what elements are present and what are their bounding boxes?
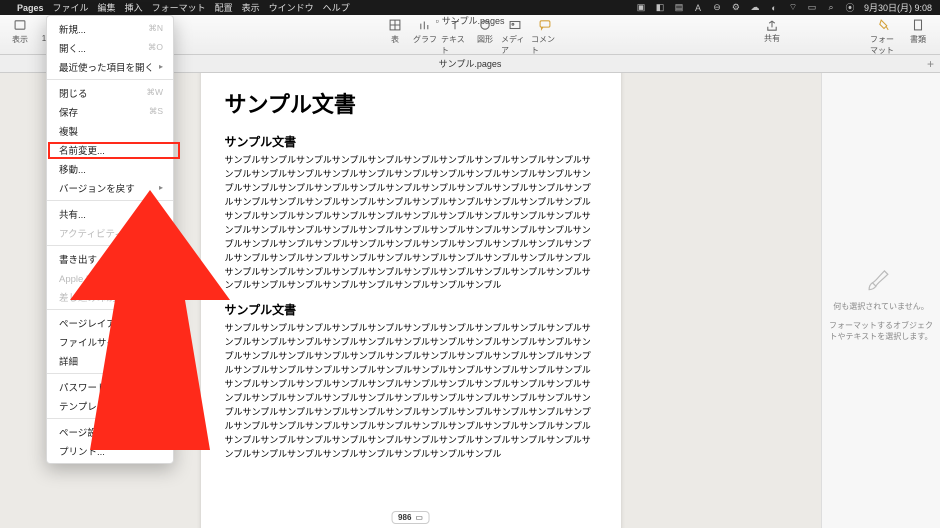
- document-panel-button[interactable]: 書類: [904, 18, 932, 45]
- tab[interactable]: サンプル.pages: [439, 57, 502, 70]
- doc-paragraph[interactable]: サンプルサンプルサンプルサンプルサンプルサンプルサンプルサンプルサンプルサンプル…: [225, 322, 597, 461]
- menu-file[interactable]: ファイル: [53, 1, 89, 14]
- insert-comment-button[interactable]: コメント: [531, 18, 559, 56]
- menu-format[interactable]: フォーマット: [152, 1, 206, 14]
- clock[interactable]: 9月30日(月) 9:08: [864, 1, 932, 14]
- inspector-empty-title: 何も選択されていません。: [833, 301, 929, 312]
- menu-arrange[interactable]: 配置: [215, 1, 233, 14]
- insert-media-button[interactable]: メディア: [501, 18, 529, 56]
- menu-edit[interactable]: 編集: [98, 1, 116, 14]
- doc-heading-2[interactable]: サンプル文書: [225, 301, 597, 318]
- view-button[interactable]: 表示: [6, 18, 34, 45]
- new-tab-button[interactable]: +: [927, 57, 934, 71]
- format-inspector: 何も選択されていません。 フォーマットするオブジェクトやテキストを選択します。: [821, 73, 940, 528]
- annotation-highlight: [48, 142, 180, 159]
- app-name[interactable]: Pages: [17, 3, 44, 13]
- menu-item-open[interactable]: 開く...⌘O: [47, 38, 173, 57]
- battery-icon[interactable]: ▭: [807, 3, 817, 13]
- menu-window[interactable]: ウインドウ: [269, 1, 314, 14]
- document-page[interactable]: サンプル文書 サンプル文書 サンプルサンプルサンプルサンプルサンプルサンプルサン…: [201, 73, 621, 528]
- menu-item-close[interactable]: 閉じる⌘W: [47, 83, 173, 102]
- menu-item-recent[interactable]: 最近使った項目を開く▸: [47, 57, 173, 76]
- doc-paragraph[interactable]: サンプルサンプルサンプルサンプルサンプルサンプルサンプルサンプルサンプルサンプル…: [225, 154, 597, 293]
- annotation-arrow: [60, 190, 240, 460]
- menu-item-duplicate[interactable]: 複製: [47, 121, 173, 140]
- share-icon[interactable]: [765, 19, 779, 33]
- wifi-icon[interactable]: ⌔: [788, 3, 798, 13]
- status-icon[interactable]: ◐: [769, 3, 779, 13]
- menu-view[interactable]: 表示: [242, 1, 260, 14]
- insert-table-button[interactable]: 表: [381, 18, 409, 45]
- status-icon[interactable]: ⊖: [712, 3, 722, 13]
- status-icon[interactable]: A: [693, 3, 703, 13]
- page-count-indicator[interactable]: 986 ▭: [391, 511, 430, 524]
- share-label: 共有: [764, 33, 780, 44]
- insert-shape-button[interactable]: 図形: [471, 18, 499, 45]
- control-center-icon[interactable]: ⦿: [845, 3, 855, 13]
- insert-chart-button[interactable]: グラフ: [411, 18, 439, 45]
- status-icon[interactable]: ☁: [750, 3, 760, 13]
- status-icon[interactable]: ▣: [636, 3, 646, 13]
- inspector-empty-sub: フォーマットするオブジェクトやテキストを選択します。: [828, 320, 934, 342]
- insert-text-button[interactable]: テキスト: [441, 18, 469, 56]
- status-icon[interactable]: ▤: [674, 3, 684, 13]
- thumb-icon: ▭: [415, 513, 423, 522]
- status-icon[interactable]: ◧: [655, 3, 665, 13]
- format-panel-button[interactable]: フォーマット: [870, 18, 898, 56]
- menu-help[interactable]: ヘルプ: [323, 1, 350, 14]
- search-icon[interactable]: ⌕: [826, 3, 836, 13]
- brush-icon: [864, 259, 898, 293]
- status-icon[interactable]: ⚙: [731, 3, 741, 13]
- menu-insert[interactable]: 挿入: [125, 1, 143, 14]
- menu-item-new[interactable]: 新規...⌘N: [47, 19, 173, 38]
- menu-item-move[interactable]: 移動...: [47, 159, 173, 178]
- doc-heading-2[interactable]: サンプル文書: [225, 133, 597, 150]
- doc-heading-1[interactable]: サンプル文書: [225, 87, 597, 119]
- menu-item-save[interactable]: 保存⌘S: [47, 102, 173, 121]
